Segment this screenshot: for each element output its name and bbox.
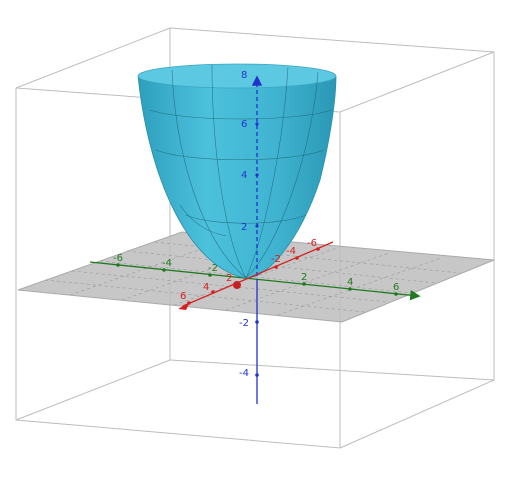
- z-tick-label: 8: [241, 70, 247, 81]
- y-tick-label: 6: [180, 291, 186, 302]
- z-tick-label: 6: [241, 119, 247, 130]
- y-tick-label: -6: [307, 238, 317, 249]
- z-tick-label: 4: [241, 170, 247, 181]
- y-tick-label: -2: [271, 254, 281, 265]
- x-tick-label: 2: [301, 272, 307, 283]
- x-tick-label: 6: [393, 282, 399, 293]
- y-tick-label: 4: [203, 282, 209, 293]
- y-tick-label: 2: [226, 273, 232, 284]
- 3d-scene[interactable]: -6 -4 -2 2 4 6 -2 -4 2 4 6 8 6 4 2 -2 -4…: [0, 0, 512, 478]
- z-tick-label: -2: [239, 318, 249, 329]
- z-tick-label: -4: [239, 368, 249, 379]
- x-tick-label: -6: [113, 253, 123, 264]
- z-tick-label: 2: [241, 222, 247, 233]
- 3d-graphics-view[interactable]: -6 -4 -2 2 4 6 -2 -4 2 4 6 8 6 4 2 -2 -4…: [0, 0, 512, 478]
- y-tick-label: -4: [286, 246, 296, 257]
- origin-point[interactable]: [233, 281, 241, 289]
- x-tick-label: -4: [162, 258, 172, 269]
- surface-rim: [137, 63, 337, 89]
- x-tick-label: 4: [347, 277, 353, 288]
